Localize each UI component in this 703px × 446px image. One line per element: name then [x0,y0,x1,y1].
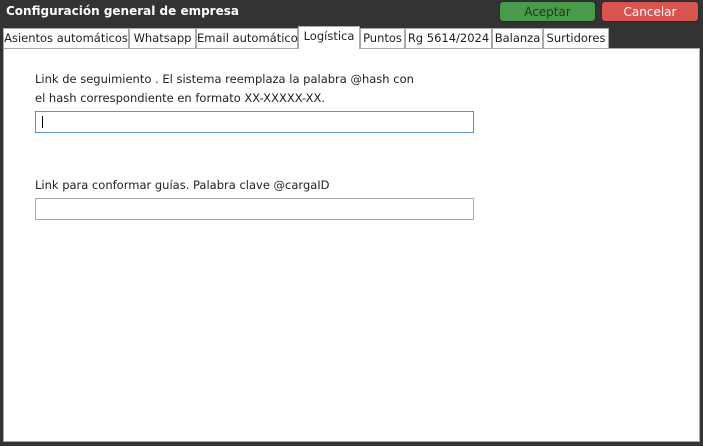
window-title: Configuración general de empresa [6,4,239,18]
tab-balanza[interactable]: Balanza [492,28,543,48]
text-caret [42,116,43,128]
tab-puntos[interactable]: Puntos [360,28,405,48]
tab-strip: Asientos automáticos Whatsapp Email auto… [3,26,700,49]
tab-panel-logistica: Link de seguimiento . El sistema reempla… [3,48,700,442]
tab-logistica[interactable]: Logística [298,26,360,49]
title-bar: Configuración general de empresa Aceptar… [0,0,703,25]
tab-surtidores[interactable]: Surtidores [543,28,609,48]
tab-asientos-automaticos[interactable]: Asientos automáticos [3,28,129,48]
guides-link-input[interactable] [35,198,474,220]
tab-whatsapp[interactable]: Whatsapp [129,28,196,48]
guides-link-label: Link para conformar guías. Palabra clave… [35,178,330,192]
tracking-link-label-line1: Link de seguimiento . El sistema reempla… [35,72,414,86]
tracking-link-input[interactable] [35,111,474,133]
settings-window: Configuración general de empresa Aceptar… [0,0,703,446]
tab-email-automatico[interactable]: Email automático [196,28,298,48]
cancel-button[interactable]: Cancelar [601,1,699,22]
tracking-link-label-line2: el hash correspondiente en formato XX-XX… [35,91,325,105]
tab-rg-5614-2024[interactable]: Rg 5614/2024 [405,28,492,48]
accept-button[interactable]: Aceptar [499,1,596,22]
